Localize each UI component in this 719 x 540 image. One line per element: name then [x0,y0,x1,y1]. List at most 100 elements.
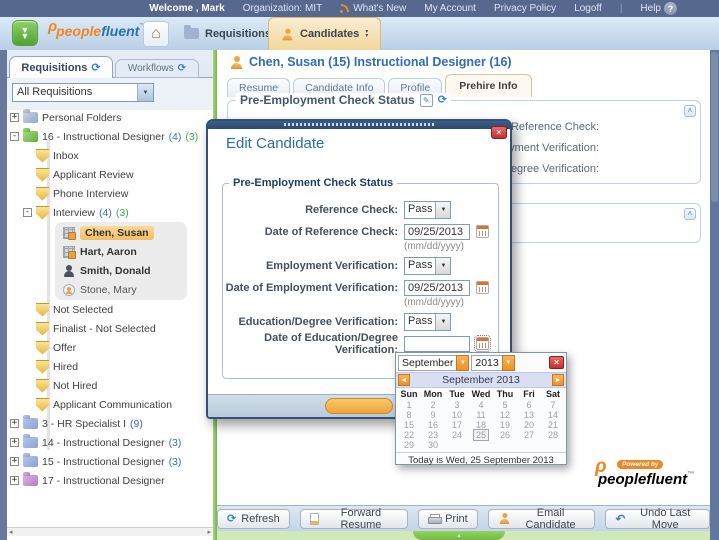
calendar-day-cell[interactable]: 11 [469,410,493,420]
tree-candidate-chen-susan[interactable]: Chen, Susan [55,223,187,242]
chevron-down-icon[interactable]: ▼ [456,355,469,371]
logoff-link[interactable]: Logoff [574,3,602,14]
chevron-down-icon[interactable] [435,314,450,330]
calendar-day-cell[interactable]: 24 [445,430,469,440]
tree-toggle-icon[interactable]: + [10,438,19,447]
tree-toggle-icon[interactable]: + [10,113,19,122]
tab-workflows[interactable]: Workflows ⟳ [115,59,199,78]
calendar-day-cell[interactable]: 25 [469,430,493,440]
tree-item-offer[interactable]: Offer [7,338,213,357]
refresh-button[interactable]: ⟳Refresh [217,509,290,529]
calendar-day-cell[interactable]: 1 [397,400,421,410]
calendar-day-cell[interactable]: 5 [493,400,517,410]
tree-item-not-hired[interactable]: Not Hired [7,376,213,395]
scroll-left-arrow-icon[interactable]: ◂ [9,528,13,536]
dialog-titlebar[interactable] [208,121,510,129]
drag-handle-icon[interactable] [284,123,434,126]
calendar-day-cell[interactable]: 8 [397,410,421,420]
vertical-scrollbar[interactable] [710,50,719,540]
tab-prehire-info[interactable]: Prehire Info [445,74,531,97]
calendar-day-cell[interactable]: 9 [421,410,445,420]
chevron-down-icon[interactable] [435,258,450,274]
tree-item-inbox[interactable]: Inbox [7,146,213,165]
tree-item-finalist-not-selected[interactable]: Finalist - Not Selected [7,319,213,338]
calendar-day-cell[interactable]: 22 [397,430,421,440]
candidates-menu[interactable]: Candidates ▾▾ [268,17,381,50]
date-of-education-degree-verification-input[interactable] [404,336,470,352]
tree-toggle-icon[interactable]: + [10,457,19,466]
tree-item-14-instructional-designer[interactable]: +14 - Instructional Designer(3) [7,433,213,452]
tree-candidate-hart-aaron[interactable]: Hart, Aaron [55,242,187,261]
month-select[interactable]: September ▼ [398,355,469,371]
tree-item-personal-folders[interactable]: +Personal Folders [7,108,213,127]
whats-new-link[interactable]: What's New [340,3,406,14]
tree-toggle-icon[interactable]: - [10,132,19,141]
tree-item-applicant-review[interactable]: Applicant Review [7,165,213,184]
tree-item-applicant-communication[interactable]: Applicant Communication [7,395,213,414]
tree-toggle-icon[interactable]: - [23,208,32,217]
year-select[interactable]: 2013 ▼ [471,355,514,371]
requisition-filter-select[interactable]: All Requisitions [12,83,154,102]
tree-item-17-instructional-designer[interactable]: +17 - Instructional Designer [7,471,213,490]
reference-check-select[interactable]: Pass [404,201,451,219]
calendar-day-cell[interactable]: 29 [397,440,421,450]
calendar-icon[interactable] [476,281,489,294]
calendar-day-cell[interactable]: 6 [517,400,541,410]
next-month-icon[interactable]: ► [552,374,564,386]
print-button[interactable]: Print [418,509,478,529]
tree-item-3-hr-specialist-i[interactable]: +3 - HR Specialist I(9) [7,414,213,433]
calendar-day-cell[interactable]: 7 [541,400,565,410]
refresh-icon[interactable]: ⟳ [91,63,100,73]
tree-item-hired[interactable]: Hired [7,357,213,376]
dialog-action-button[interactable] [325,398,393,414]
tree-toggle-icon[interactable]: + [10,419,19,428]
scrollbar-thumb[interactable] [711,52,718,202]
tree-item-phone-interview[interactable]: Phone Interview [7,184,213,203]
education-degree-verification-select[interactable]: Pass [404,313,451,331]
tree-item-not-selected[interactable]: Not Selected [7,300,213,319]
calendar-day-cell[interactable]: 13 [517,410,541,420]
calendar-day-cell[interactable]: 15 [397,420,421,430]
calendar-day-cell[interactable]: 3 [445,400,469,410]
date-of-employment-verification-input[interactable]: 09/25/2013 [404,280,470,296]
my-account-link[interactable]: My Account [424,3,476,14]
refresh-icon[interactable]: ⟳ [438,95,447,105]
refresh-icon[interactable]: ⟳ [178,64,186,74]
undo-last-move-button[interactable]: ↶Undo Last Move [605,509,710,529]
calendar-icon[interactable] [476,337,489,350]
calendar-day-cell[interactable]: 27 [517,430,541,440]
calendar-day-cell[interactable]: 20 [517,420,541,430]
app-launcher-icon[interactable]: ▼▼ [12,20,38,46]
tree-candidate-smith-donald[interactable]: Smith, Donald [55,261,187,280]
tree-item-interview[interactable]: -Interview(4)(3) [7,203,213,222]
calendar-day-cell[interactable]: 10 [445,410,469,420]
edit-icon[interactable]: ✎ [420,94,433,107]
scroll-right-arrow-icon[interactable]: ▸ [207,528,211,536]
tree-toggle-icon[interactable]: + [10,476,19,485]
calendar-day-cell[interactable]: 19 [493,420,517,430]
calendar-day-cell[interactable]: 14 [541,410,565,420]
tree-candidate-stone-mary[interactable]: Stone, Mary [55,280,187,299]
calendar-day-cell[interactable]: 30 [421,440,445,450]
horizontal-scrollbar[interactable]: ◂ ▸ [7,527,213,536]
help-link[interactable]: Help ? [640,2,677,15]
email-candidate-button[interactable]: Email Candidate [488,509,596,529]
panel-collapse-handle[interactable] [413,531,505,540]
calendar-day-cell[interactable]: 2 [421,400,445,410]
home-button[interactable]: ⌂ [143,21,169,47]
close-icon[interactable]: ✕ [491,126,507,139]
tree-item-16-instructional-designer[interactable]: -16 - Instructional Designer(4)(3) [7,127,213,146]
chevron-down-icon[interactable]: ▼ [502,355,515,371]
calendar-icon[interactable] [476,225,489,238]
calendar-day-cell[interactable]: 4 [469,400,493,410]
privacy-policy-link[interactable]: Privacy Policy [494,3,556,14]
calendar-day-cell[interactable]: 21 [541,420,565,430]
chevron-down-icon[interactable] [137,84,153,101]
calendar-day-cell[interactable]: 28 [541,430,565,440]
forward-resume-button[interactable]: Forward Resume [300,509,408,529]
calendar-day-cell[interactable]: 16 [421,420,445,430]
tree-item-15-instructional-designer[interactable]: +15 - Instructional Designer(3) [7,452,213,471]
chevron-down-icon[interactable] [435,202,450,218]
tab-requisitions[interactable]: Requisitions ⟳ [9,56,113,78]
previous-month-icon[interactable]: ◄ [398,374,410,386]
